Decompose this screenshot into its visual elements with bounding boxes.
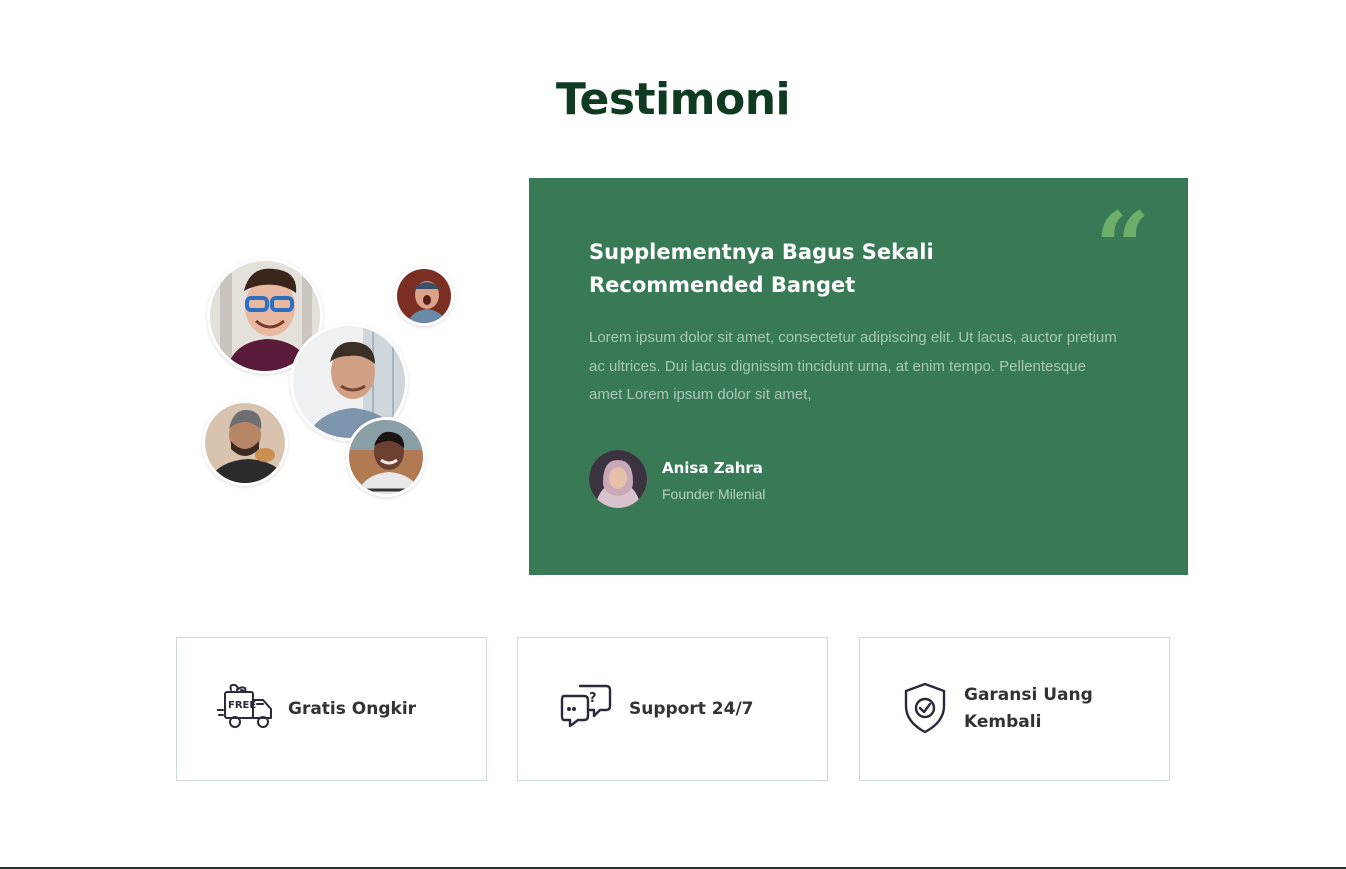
avatar-smiling-man-2-icon [346,417,426,497]
svg-text:FREE: FREE [228,700,256,711]
author-role: Founder Milenial [662,486,766,502]
author-avatar [589,450,647,508]
feature-label: Support 24/7 [629,699,754,719]
avatar-eating-man-icon [202,400,288,486]
feature-card-money-back: Garansi Uang Kembali [859,637,1170,781]
testimonial-body: Lorem ipsum dolor sit amet, consectetur … [589,329,1117,403]
feature-card-support: ? Support 24/7 [517,637,828,781]
avatar-shouting-man-icon [394,266,454,326]
customer-avatar-cluster [196,250,466,510]
feature-card-free-shipping: FREE Gratis Ongkir [176,637,487,781]
shield-check-icon [902,682,960,734]
quote-mark-icon: “ [1095,191,1151,304]
author-name: Anisa Zahra [662,459,763,477]
section-title: Testimoni [555,74,791,125]
free-delivery-truck-icon: FREE [216,682,275,734]
feature-label: Garansi Uang Kembali [964,685,1093,732]
testimonial-card: “ Supplementnya Bagus Sekali Recommended… [529,178,1188,575]
feature-label: Gratis Ongkir [288,699,417,719]
svg-text:?: ? [589,691,597,706]
testimonial-title: Supplementnya Bagus Sekali Recommended B… [589,240,934,297]
support-chat-icon: ? [560,682,618,734]
